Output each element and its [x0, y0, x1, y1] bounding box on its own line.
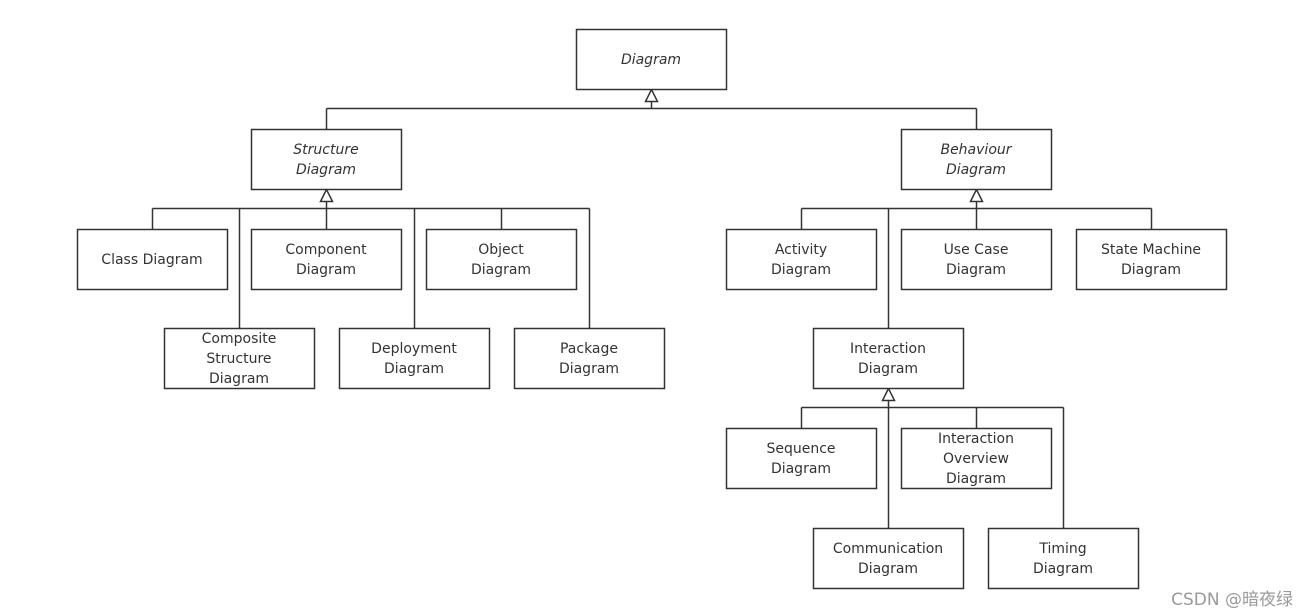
watermark: CSDN @暗夜绿: [1171, 590, 1293, 610]
generalization-arrow-icon: [881, 386, 896, 402]
node-statemachine: State Machine Diagram: [1075, 228, 1228, 291]
node-label: Activity: [775, 242, 827, 258]
node-label: Communication: [833, 541, 943, 557]
node-label: Interaction: [938, 431, 1014, 447]
uml-hierarchy-diagram: DiagramStructureDiagramBehaviourDiagramC…: [76, 28, 1228, 590]
node-label: Diagram: [946, 262, 1006, 278]
node-label: Deployment: [371, 341, 457, 357]
node-box: [1075, 228, 1228, 291]
node-label: Diagram: [296, 162, 356, 178]
node-box: [725, 228, 878, 291]
node-box: [987, 527, 1140, 590]
node-label: Overview: [943, 451, 1009, 467]
node-box: [338, 327, 491, 390]
node-label: Behaviour: [940, 142, 1012, 158]
node-label: Diagram: [1033, 561, 1093, 577]
node-timing: Timing Diagram: [987, 527, 1140, 590]
node-label: Diagram: [1121, 262, 1181, 278]
node-box: [812, 527, 965, 590]
node-label: Timing: [1038, 541, 1086, 557]
node-label: Package: [560, 341, 618, 357]
node-deployment: Deployment Diagram: [338, 327, 491, 390]
node-label: Diagram: [471, 262, 531, 278]
node-communication: Communication Diagram: [812, 527, 965, 590]
generalization-arrow-icon: [644, 87, 659, 103]
node-activity: Activity Diagram: [725, 228, 878, 291]
node-label: Diagram: [384, 361, 444, 377]
node-object: Object Diagram: [425, 228, 578, 291]
node-label: Use Case: [944, 242, 1009, 258]
node-label: Diagram: [946, 162, 1006, 178]
node-label: Diagram: [771, 461, 831, 477]
node-label: Interaction: [850, 341, 926, 357]
node-overview: Interaction Overview Diagram: [900, 427, 1053, 490]
node-box: [900, 128, 1053, 191]
node-behaviour: Behaviour Diagram: [900, 128, 1053, 191]
generalization-arrow-icon: [969, 187, 984, 203]
node-box: [250, 128, 403, 191]
node-box: [513, 327, 666, 390]
node-box: [812, 327, 965, 390]
node-label: Diagram: [858, 361, 918, 377]
node-label: Diagram: [209, 371, 269, 387]
node-label: State Machine: [1101, 242, 1201, 258]
node-component: Component Diagram: [250, 228, 403, 291]
node-label: Diagram: [771, 262, 831, 278]
generalization-arrow-icon: [319, 187, 334, 203]
node-diagram: Diagram: [575, 28, 728, 91]
node-label: Class Diagram: [101, 252, 202, 268]
node-interaction: Interaction Diagram: [812, 327, 965, 390]
node-box: [725, 427, 878, 490]
node-label: Component: [285, 242, 367, 258]
node-sequence: Sequence Diagram: [725, 427, 878, 490]
node-label: Sequence: [766, 441, 835, 457]
node-label: Composite: [202, 331, 277, 347]
node-structure: Structure Diagram: [250, 128, 403, 191]
node-label: Diagram: [946, 471, 1006, 487]
node-usecase: Use Case Diagram: [900, 228, 1053, 291]
node-label: Diagram: [621, 52, 681, 68]
node-label: Diagram: [858, 561, 918, 577]
node-box: [250, 228, 403, 291]
node-class: Class Diagram: [76, 228, 229, 291]
node-label: Object: [478, 242, 524, 258]
node-label: Structure: [206, 351, 271, 367]
node-label: Diagram: [559, 361, 619, 377]
node-composite: Composite Structure Diagram: [163, 327, 316, 390]
nodes: DiagramStructureDiagramBehaviourDiagramC…: [76, 28, 1228, 590]
node-package: Package Diagram: [513, 327, 666, 390]
node-box: [425, 228, 578, 291]
node-box: [900, 228, 1053, 291]
node-label: Structure: [293, 142, 358, 158]
node-label: Diagram: [296, 262, 356, 278]
